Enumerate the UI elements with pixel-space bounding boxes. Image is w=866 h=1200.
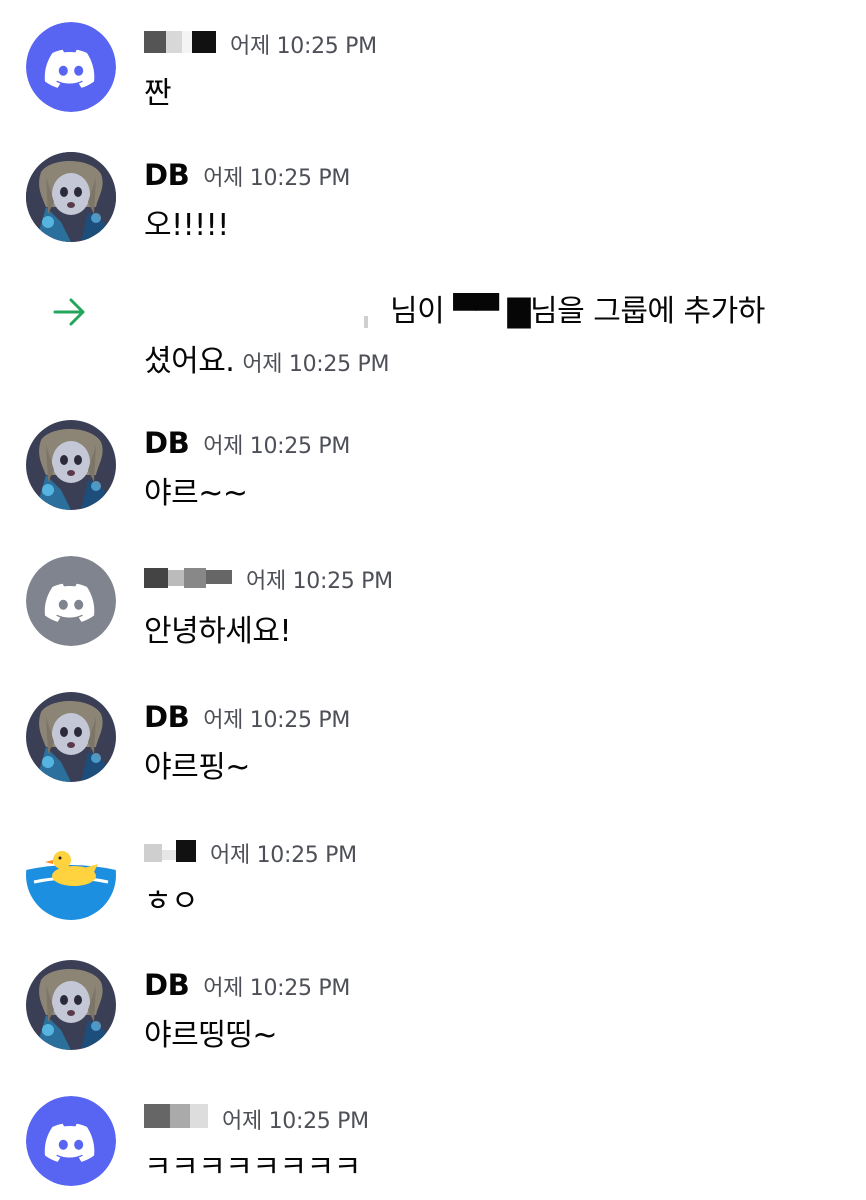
timestamp: 어제 10:25 PM: [203, 708, 351, 733]
message-header: DB 어제 10:25 PM: [144, 968, 350, 1002]
username-redacted[interactable]: [144, 836, 196, 866]
timestamp: 어제 10:25 PM: [203, 976, 351, 1001]
message-header: 어제 10:25 PM: [144, 562, 393, 595]
username[interactable]: DB: [144, 700, 190, 734]
discord-logo-icon: [44, 1123, 95, 1162]
username-redacted[interactable]: [144, 1102, 208, 1132]
message-header: 어제 10:25 PM: [144, 1102, 369, 1135]
username[interactable]: DB: [144, 426, 190, 460]
message-content: 야르띵띵~: [144, 1018, 278, 1053]
message-content: 안녕하세요!: [144, 614, 292, 649]
message-header: DB 어제 10:25 PM: [144, 426, 350, 460]
timestamp: 어제 10:25 PM: [222, 1109, 369, 1134]
discord-logo-icon: [44, 583, 95, 622]
message-header: DB 어제 10:25 PM: [144, 700, 350, 734]
message-content: ㅋㅋㅋㅋㅋㅋㅋㅋ: [144, 1150, 361, 1185]
username-redacted[interactable]: [144, 29, 216, 59]
avatar[interactable]: [26, 830, 116, 920]
username-redacted[interactable]: [144, 562, 232, 592]
message-content: 짠: [144, 76, 172, 111]
timestamp: 어제 10:25 PM: [242, 352, 390, 377]
timestamp: 어제 10:25 PM: [203, 434, 351, 459]
message-content: 오!!!!!: [144, 208, 229, 243]
avatar[interactable]: [26, 1096, 116, 1186]
message-header: 어제 10:25 PM: [144, 836, 357, 869]
discord-logo-icon: [44, 49, 95, 88]
avatar[interactable]: [26, 960, 116, 1050]
avatar[interactable]: [26, 420, 116, 510]
system-text-tail: 셨어요.: [144, 344, 235, 379]
message-content: ㅎㅇ: [144, 884, 199, 919]
username[interactable]: DB: [144, 158, 190, 192]
username[interactable]: DB: [144, 968, 190, 1002]
timestamp: 어제 10:25 PM: [203, 166, 351, 191]
avatar[interactable]: [26, 556, 116, 646]
avatar[interactable]: [26, 152, 116, 242]
system-text-continued: 셨어요. 어제 10:25 PM: [144, 336, 389, 380]
message-content: 야르핑~: [144, 750, 250, 785]
timestamp: 어제 10:25 PM: [210, 843, 357, 868]
message-header: 어제 10:25 PM: [144, 28, 377, 60]
redaction-mark: [364, 316, 368, 328]
timestamp: 어제 10:25 PM: [246, 569, 393, 594]
avatar[interactable]: [26, 22, 116, 112]
message-header: DB 어제 10:25 PM: [144, 158, 350, 192]
message-content: 야르~~: [144, 476, 248, 511]
avatar[interactable]: [26, 692, 116, 782]
timestamp: 어제 10:25 PM: [230, 34, 377, 59]
arrow-right-icon: [52, 296, 88, 332]
system-text: 님이 ▀▀ ▇님을 그룹에 추가하: [390, 294, 765, 329]
